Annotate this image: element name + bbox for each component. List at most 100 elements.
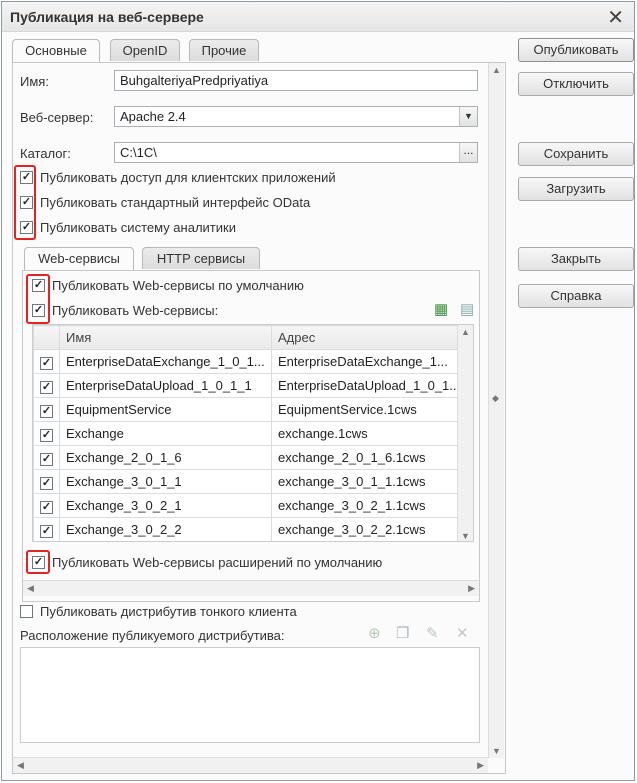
row-address: EnterpriseDataExchange_1... xyxy=(271,349,469,374)
ws-scroll-down-icon[interactable]: ▼ xyxy=(461,531,470,541)
row-name: EnterpriseDataUpload_1_0_1_1 xyxy=(59,373,272,398)
table-row[interactable]: ✓ Exchange exchange.1cws xyxy=(33,421,469,446)
row-name: EquipmentService xyxy=(59,397,272,422)
table-row[interactable]: ✓ EnterpriseDataUpload_1_0_1_1 EnterpriseD… xyxy=(33,373,469,398)
scroll-grip-icon: ◆ xyxy=(492,393,499,403)
inner-horizontal-scrollbar[interactable]: ◀ ▶ xyxy=(23,580,479,596)
checkbox-analytics[interactable]: ✓ xyxy=(20,221,33,234)
row-check-cell[interactable]: ✓ xyxy=(33,517,60,541)
checkbox-odata[interactable]: ✓ xyxy=(20,196,33,209)
row-check-cell[interactable]: ✓ xyxy=(33,373,60,398)
tab-other[interactable]: Прочие xyxy=(189,39,259,61)
row-checkbox[interactable]: ✓ xyxy=(40,356,53,370)
checkbox-ws-ext-default[interactable]: ✓ xyxy=(32,556,45,569)
row-address: exchange_3_0_2_1.1cws xyxy=(271,493,469,518)
scroll-left-icon[interactable]: ◀ xyxy=(17,760,24,771)
checkbox-client-access[interactable]: ✓ xyxy=(20,171,33,184)
label-odata: Публиковать стандартный интерфейс OData xyxy=(40,195,311,210)
disable-button[interactable]: Отключить xyxy=(518,72,634,96)
row-check-cell[interactable]: ✓ xyxy=(33,397,60,422)
row-checkbox[interactable]: ✓ xyxy=(40,428,53,442)
catalog-input[interactable]: C:\1C\ ... xyxy=(114,142,478,163)
browse-button[interactable]: ... xyxy=(459,143,477,162)
close-icon[interactable]: ✕ xyxy=(607,5,624,30)
inner-scroll-left-icon[interactable]: ◀ xyxy=(27,583,34,594)
add-icon[interactable]: ⊕ xyxy=(368,624,381,642)
row-checkbox[interactable]: ✓ xyxy=(40,500,53,514)
webserver-label: Веб-сервер: xyxy=(20,110,94,125)
row-address: exchange.1cws xyxy=(271,421,469,446)
table-row[interactable]: ✓ Exchange_3_0_2_1 exchange_3_0_2_1.1cws xyxy=(33,493,469,518)
scroll-right-icon[interactable]: ▶ xyxy=(477,760,484,771)
publication-dialog: Публикация на веб-сервере ✕ Основные Ope… xyxy=(1,1,635,781)
inner-scroll-right-icon[interactable]: ▶ xyxy=(468,583,475,594)
row-checkbox[interactable]: ✓ xyxy=(40,404,53,418)
row-address: exchange_3_0_1_1.1cws xyxy=(271,469,469,494)
row-name: EnterpriseDataExchange_1_0_1... xyxy=(59,349,272,374)
name-input[interactable]: BuhgalteriyaPredpriyatiya xyxy=(114,70,478,91)
scroll-up-icon[interactable]: ▲ xyxy=(492,65,501,75)
table-header-row: Имя Адрес xyxy=(33,325,469,350)
row-name: Exchange_3_0_2_2 xyxy=(59,517,272,541)
label-analytics: Публиковать систему аналитики xyxy=(40,220,236,235)
close-button[interactable]: Закрыть xyxy=(518,247,634,271)
publish-button[interactable]: Опубликовать xyxy=(518,38,634,62)
distrib-location-list[interactable] xyxy=(20,647,480,743)
row-check-cell[interactable]: ✓ xyxy=(33,421,60,446)
ws-scroll-up-icon[interactable]: ▲ xyxy=(461,327,470,337)
window-title: Публикация на веб-сервере xyxy=(10,9,204,25)
row-address: exchange_3_0_2_2.1cws xyxy=(271,517,469,541)
table-row[interactable]: ✓ EnterpriseDataExchange_1_0_1... Enterpri… xyxy=(33,349,469,374)
table-row[interactable]: ✓ EquipmentService EquipmentService.1cws xyxy=(33,397,469,422)
title-bar: Публикация на веб-сервере ✕ xyxy=(2,2,634,32)
main-horizontal-scrollbar[interactable]: ◀ ▶ xyxy=(13,757,488,773)
label-distrib: Публиковать дистрибутив тонкого клиента xyxy=(40,604,297,619)
checkbox-distrib[interactable] xyxy=(20,605,33,618)
save-button[interactable]: Сохранить xyxy=(518,142,634,166)
row-check-cell[interactable]: ✓ xyxy=(33,493,60,518)
web-services-table: Имя Адрес ✓ EnterpriseDataExchange_1_0_1.… xyxy=(32,324,474,542)
row-address: EnterpriseDataUpload_1_0_1... xyxy=(271,373,469,398)
col-name-header[interactable]: Имя xyxy=(59,325,272,350)
row-check-cell[interactable]: ✓ xyxy=(33,469,60,494)
help-button[interactable]: Справка xyxy=(518,284,634,308)
label-ws-publish: Публиковать Web-сервисы: xyxy=(52,303,219,318)
tab-web-services[interactable]: Web-сервисы xyxy=(24,247,134,271)
checkbox-ws-default[interactable]: ✓ xyxy=(32,279,45,292)
copy-icon[interactable]: ❐ xyxy=(396,624,409,642)
label-client-access: Публиковать доступ для клиентских прилож… xyxy=(40,170,336,185)
row-name: Exchange_2_0_1_6 xyxy=(59,445,272,470)
row-address: EquipmentService.1cws xyxy=(271,397,469,422)
row-check-cell[interactable]: ✓ xyxy=(33,349,60,374)
scroll-down-icon[interactable]: ▼ xyxy=(492,746,501,756)
row-checkbox[interactable]: ✓ xyxy=(40,380,53,394)
col-address-header[interactable]: Адрес xyxy=(271,325,469,350)
uncheck-all-icon[interactable]: ▤ xyxy=(460,300,474,318)
table-row[interactable]: ✓ Exchange_2_0_1_6 exchange_2_0_1_6.1cws xyxy=(33,445,469,470)
table-row[interactable]: ✓ Exchange_3_0_1_1 exchange_3_0_1_1.1cws xyxy=(33,469,469,494)
catalog-value: C:\1C\ xyxy=(120,145,157,160)
delete-icon[interactable]: ✕ xyxy=(456,624,469,642)
catalog-label: Каталог: xyxy=(20,146,71,161)
ws-table-vertical-scrollbar[interactable]: ▲ ▼ xyxy=(457,325,473,541)
row-checkbox[interactable]: ✓ xyxy=(40,452,53,466)
chevron-down-icon[interactable]: ▼ xyxy=(459,107,477,126)
table-row[interactable]: ✓ Exchange_3_0_2_2 exchange_3_0_2_2.1cws xyxy=(33,517,469,541)
checkbox-ws-publish[interactable]: ✓ xyxy=(32,304,45,317)
tab-openid[interactable]: OpenID xyxy=(110,39,180,61)
row-checkbox[interactable]: ✓ xyxy=(40,476,53,490)
row-checkbox[interactable]: ✓ xyxy=(40,524,53,538)
name-label: Имя: xyxy=(20,74,49,89)
load-button[interactable]: Загрузить xyxy=(518,177,634,201)
main-vertical-scrollbar[interactable]: ▲ ◆ ▼ xyxy=(488,63,504,758)
row-address: exchange_2_0_1_6.1cws xyxy=(271,445,469,470)
col-check-header xyxy=(33,325,60,350)
webserver-select[interactable]: Apache 2.4 ▼ xyxy=(114,106,478,127)
label-ws-default: Публиковать Web-сервисы по умолчанию xyxy=(52,278,304,293)
tab-main[interactable]: Основные xyxy=(12,39,100,63)
row-check-cell[interactable]: ✓ xyxy=(33,445,60,470)
label-ws-ext-default: Публиковать Web-сервисы расширений по ум… xyxy=(52,555,383,570)
edit-icon[interactable]: ✎ xyxy=(426,624,439,642)
tab-http-services[interactable]: HTTP сервисы xyxy=(142,247,260,269)
check-all-icon[interactable]: ▦ xyxy=(434,300,448,318)
